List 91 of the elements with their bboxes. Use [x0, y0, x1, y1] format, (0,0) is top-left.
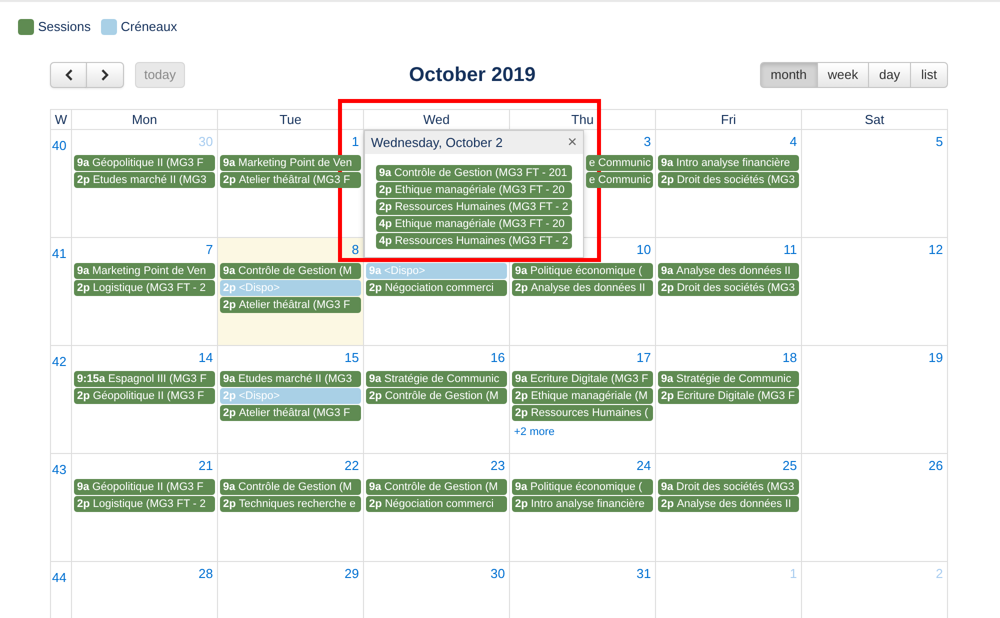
calendar-event[interactable]: 9:15a Espagnol III (MG3 F	[74, 371, 215, 387]
close-button[interactable]: ×	[568, 134, 577, 150]
legend-label: Sessions	[38, 19, 91, 35]
calendar-event[interactable]: 2p Contrôle de Gestion (M	[366, 388, 507, 404]
calendar-event[interactable]: 9a Stratégie de Communic	[366, 371, 507, 387]
calendar-event[interactable]: 2p Droit des sociétés (MG3	[658, 280, 799, 296]
calendar-event[interactable]: 2p Ecriture Digitale (MG3 F	[658, 388, 799, 404]
calendar-event[interactable]: 2p Droit des sociétés (MG3	[658, 172, 799, 188]
calendar-event[interactable]: 2p Logistique (MG3 FT - 2	[74, 280, 215, 296]
week-number: 41	[52, 246, 66, 261]
more-link[interactable]: +2 more	[512, 424, 555, 440]
view-button[interactable]: list	[910, 62, 948, 88]
calendar-event[interactable]: 9a Marketing Point de Ven	[74, 263, 215, 279]
week-number: 43	[52, 462, 66, 477]
previous-button[interactable]	[50, 62, 87, 88]
calendar-event[interactable]: 2p Négociation commerci	[366, 496, 507, 512]
chevron-left-icon	[64, 69, 72, 81]
day-number: 17	[636, 350, 651, 367]
calendar-event[interactable]: 2p Ressources Humaines (	[512, 405, 653, 421]
calendar-event[interactable]: 9a Etudes marché II (MG3	[220, 371, 361, 387]
day-number: 30	[490, 566, 505, 583]
calendar-event[interactable]: 9a Ecriture Digitale (MG3 F	[512, 371, 653, 387]
day-number: 1	[352, 134, 359, 151]
calendar-event[interactable]: 4p Ressources Humaines (MG3 FT - 2	[376, 233, 572, 249]
day-number: 2	[936, 566, 943, 583]
day-number: 24	[636, 458, 651, 475]
day-number: 21	[198, 458, 213, 475]
calendar-event[interactable]: 2p Ethique managériale (MG3 FT - 20	[376, 182, 572, 198]
calendar-event[interactable]: 9a Géopolitique II (MG3 F	[74, 479, 215, 495]
view-button[interactable]: week	[816, 62, 870, 88]
calendar-event[interactable]: 2p Ethique managériale (M	[512, 388, 653, 404]
week-number: 42	[52, 354, 66, 369]
calendar-event[interactable]: 4p Ethique managériale (MG3 FT - 20	[376, 216, 572, 232]
week-number: 40	[52, 138, 66, 153]
calendar-event[interactable]: 9a Politique économique (	[512, 263, 653, 279]
day-number: 4	[790, 134, 797, 151]
calendar-event[interactable]: 2p Atelier théâtral (MG3 F	[220, 172, 361, 188]
next-button[interactable]	[86, 62, 124, 88]
calendar-event[interactable]: 2p Atelier théâtral (MG3 F	[220, 297, 361, 313]
day-number: 14	[198, 350, 213, 367]
view-button[interactable]: month	[760, 62, 818, 88]
calendar-event[interactable]: 9a Stratégie de Communic	[658, 371, 799, 387]
day-number: 25	[782, 458, 797, 475]
calendar-event[interactable]: 2p Analyse des données II	[512, 280, 653, 296]
calendar-event[interactable]: 9a Contrôle de Gestion (M	[220, 263, 361, 279]
legend-label: Créneaux	[120, 19, 178, 35]
day-number: 12	[928, 242, 943, 259]
day-number: 7	[206, 242, 213, 259]
view-button[interactable]: day	[868, 62, 912, 88]
calendar-event[interactable]: 2p Atelier théâtral (MG3 F	[220, 405, 361, 421]
calendar-event[interactable]: 9a Analyse des données II	[658, 263, 799, 279]
day-number: 15	[344, 350, 359, 367]
day-number: 3	[644, 134, 651, 151]
calendar-event[interactable]: 2p Analyse des données II	[658, 496, 799, 512]
day-number: 31	[636, 566, 651, 583]
day-number: 29	[344, 566, 359, 583]
calendar-event[interactable]: 9a Intro analyse financière	[658, 155, 799, 171]
day-number: 22	[344, 458, 359, 475]
day-number: 1	[790, 566, 797, 583]
column-header: W	[51, 110, 72, 130]
calendar-event[interactable]: e Communic	[586, 172, 653, 188]
day-number: 8	[352, 242, 359, 259]
day-number: 16	[490, 350, 505, 367]
calendar-event[interactable]: 9a Géopolitique II (MG3 F	[74, 155, 215, 171]
calendar-event[interactable]: 9a Politique économique (	[512, 479, 653, 495]
calendar-event[interactable]: e Communic	[586, 155, 653, 171]
day-number: 28	[198, 566, 213, 583]
chevron-right-icon	[101, 69, 109, 81]
calendar-event[interactable]: 2p Négociation commerci	[366, 280, 507, 296]
calendar-event[interactable]: 9a Droit des sociétés (MG3	[658, 479, 799, 495]
day-number: 23	[490, 458, 505, 475]
calendar-event[interactable]: 2p Ressources Humaines (MG3 FT - 2	[376, 199, 572, 215]
calendar-event[interactable]: 2p Etudes marché II (MG3	[74, 172, 215, 188]
week-number: 44	[52, 570, 66, 585]
calendar-event[interactable]: 2p Intro analyse financière	[512, 496, 653, 512]
day-number: 11	[784, 242, 797, 259]
calendar-event[interactable]: 2p Géopolitique II (MG3 F	[74, 388, 215, 404]
day-number: 19	[928, 350, 943, 367]
day-number: 10	[636, 242, 651, 259]
popover-title: Wednesday, October 2	[371, 134, 503, 150]
calendar-title: October 2019	[408, 63, 536, 88]
calendar-event[interactable]: 9a Marketing Point de Ven	[220, 155, 361, 171]
day-number: 26	[928, 458, 943, 475]
calendar-event[interactable]: 2p Techniques recherche e	[220, 496, 361, 512]
day-number: 30	[198, 134, 213, 151]
day-number: 5	[936, 134, 943, 151]
calendar-event[interactable]: 9a Contrôle de Gestion (M	[220, 479, 361, 495]
calendar-event[interactable]: 9a Contrôle de Gestion (M	[366, 479, 507, 495]
calendar-event[interactable]: 2p Logistique (MG3 FT - 2	[74, 496, 215, 512]
day-number: 18	[782, 350, 797, 367]
calendar-event[interactable]: 9a Contrôle de Gestion (MG3 FT - 201	[376, 165, 572, 181]
